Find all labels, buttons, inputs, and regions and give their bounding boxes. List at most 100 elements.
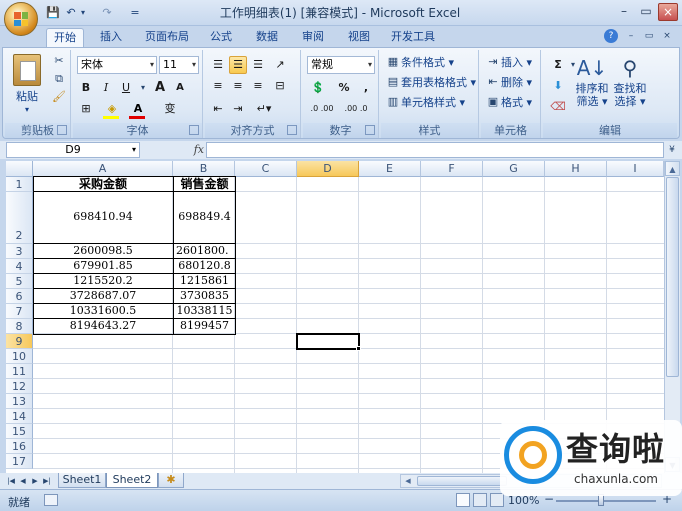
row-header-4[interactable]: 4: [6, 259, 33, 274]
page-break-view-icon[interactable]: [490, 493, 504, 507]
prev-sheet-icon[interactable]: ◀: [18, 474, 28, 488]
copy-icon[interactable]: ⧉: [51, 72, 67, 88]
font-name-combo[interactable]: 宋体 ▾: [77, 56, 157, 74]
tab-data[interactable]: 数据: [248, 28, 286, 47]
tab-home[interactable]: 开始: [46, 28, 84, 47]
decrease-decimal-button[interactable]: .00 .0: [341, 100, 371, 118]
cell-a7[interactable]: 10331600.5: [34, 304, 172, 318]
cell-a6[interactable]: 3728687.07: [34, 289, 172, 303]
row-header-6[interactable]: 6: [6, 289, 33, 304]
format-painter-icon[interactable]: 🖌: [51, 90, 67, 106]
cell-a8[interactable]: 8194643.27: [34, 319, 172, 333]
hscroll-thumb[interactable]: [417, 476, 507, 486]
cell-b4[interactable]: 680120.8: [174, 259, 235, 273]
align-center-icon[interactable]: ≡: [229, 77, 247, 95]
font-size-combo[interactable]: 11 ▾: [159, 56, 199, 74]
name-box[interactable]: D9 ▾: [6, 142, 140, 158]
ribbon-minimize-icon[interactable]: –: [624, 29, 638, 43]
cell-b6[interactable]: 3730835: [174, 289, 235, 303]
wrap-text-icon[interactable]: ↵▾: [251, 100, 277, 118]
undo-icon[interactable]: ↶: [64, 5, 78, 21]
number-format-combo[interactable]: 常规 ▾: [307, 56, 375, 74]
row-header-7[interactable]: 7: [6, 304, 33, 319]
tab-formulas[interactable]: 公式: [202, 28, 240, 47]
tab-view[interactable]: 视图: [340, 28, 378, 47]
cut-icon[interactable]: ✂: [51, 54, 67, 70]
zoom-slider-track[interactable]: [556, 500, 656, 502]
cell-a5[interactable]: 1215520.2: [34, 274, 172, 288]
align-bottom-icon[interactable]: ☰: [249, 56, 267, 74]
increase-indent-icon[interactable]: ⇥: [229, 100, 247, 118]
cell-b2[interactable]: 698849.4: [174, 192, 235, 243]
row-header-11[interactable]: 11: [6, 364, 33, 379]
row-header-12[interactable]: 12: [6, 379, 33, 394]
page-layout-view-icon[interactable]: [473, 493, 487, 507]
row-header-1[interactable]: 1: [6, 177, 33, 192]
paste-button[interactable]: 粘贴 ▾: [9, 52, 45, 114]
expand-formula-bar-icon[interactable]: ¥: [666, 142, 678, 158]
row-header-9[interactable]: 9: [6, 334, 33, 349]
cell-b7[interactable]: 10338115: [174, 304, 235, 318]
align-left-icon[interactable]: ≡: [209, 77, 227, 95]
column-header-e[interactable]: E: [359, 161, 421, 177]
decrease-indent-icon[interactable]: ⇤: [209, 100, 227, 118]
redo-icon[interactable]: ↷: [92, 5, 122, 21]
column-header-a[interactable]: A: [33, 161, 173, 177]
cell-a1[interactable]: 采购金额: [34, 177, 172, 191]
phonetic-button[interactable]: 变: [159, 100, 181, 118]
number-launcher-icon[interactable]: [365, 125, 375, 135]
cell-styles-button[interactable]: ▥ 单元格样式 ▾: [385, 94, 465, 112]
column-header-f[interactable]: F: [421, 161, 483, 177]
comma-button[interactable]: ,: [357, 79, 375, 97]
cell-a3[interactable]: 2600098.5: [34, 244, 172, 258]
insert-sheet-icon[interactable]: ✱: [158, 473, 184, 488]
tab-insert[interactable]: 插入: [92, 28, 130, 47]
office-button[interactable]: [4, 2, 38, 36]
row-header-10[interactable]: 10: [6, 349, 33, 364]
align-right-icon[interactable]: ≡: [249, 77, 267, 95]
minimize-button[interactable]: –: [614, 3, 634, 21]
format-cells-button[interactable]: ▣ 格式 ▾: [485, 94, 532, 112]
column-header-i[interactable]: I: [607, 161, 664, 177]
clipboard-launcher-icon[interactable]: [57, 125, 67, 135]
ribbon-close-icon[interactable]: ×: [660, 29, 674, 43]
row-header-13[interactable]: 13: [6, 394, 33, 409]
scroll-thumb[interactable]: [666, 177, 679, 377]
column-header-b[interactable]: B: [173, 161, 235, 177]
first-sheet-icon[interactable]: |◀: [6, 474, 16, 488]
cell-a4[interactable]: 679901.85: [34, 259, 172, 273]
fill-icon[interactable]: ⬇: [549, 77, 567, 95]
alignment-launcher-icon[interactable]: [287, 125, 297, 135]
save-icon[interactable]: 💾: [46, 5, 60, 21]
tab-review[interactable]: 审阅: [294, 28, 332, 47]
next-sheet-icon[interactable]: ▶: [30, 474, 40, 488]
row-header-5[interactable]: 5: [6, 274, 33, 289]
grow-font-button[interactable]: A: [151, 79, 169, 97]
percent-button[interactable]: %: [335, 79, 353, 97]
cell-b8[interactable]: 8199457: [174, 319, 235, 333]
last-sheet-icon[interactable]: ▶|: [42, 474, 52, 488]
scroll-up-icon[interactable]: ▲: [665, 161, 680, 176]
tab-page-layout[interactable]: 页面布局: [140, 28, 194, 47]
borders-icon[interactable]: ⊞: [77, 100, 95, 118]
ribbon-restore-icon[interactable]: ▭: [642, 29, 656, 43]
row-header-8[interactable]: 8: [6, 319, 33, 334]
row-header-15[interactable]: 15: [6, 424, 33, 439]
increase-decimal-button[interactable]: .0 .00: [307, 100, 337, 118]
fill-handle[interactable]: [356, 346, 361, 351]
merge-center-icon[interactable]: ⊟: [271, 77, 289, 95]
macro-record-icon[interactable]: [44, 494, 58, 506]
clear-icon[interactable]: ⌫: [549, 98, 567, 116]
conditional-format-button[interactable]: ▦ 条件格式 ▾: [385, 54, 454, 72]
underline-button[interactable]: U: [117, 79, 135, 97]
column-header-h[interactable]: H: [545, 161, 607, 177]
column-header-d[interactable]: D: [297, 161, 359, 177]
format-as-table-button[interactable]: ▤ 套用表格格式 ▾: [385, 74, 476, 92]
formula-input[interactable]: [206, 142, 664, 158]
italic-button[interactable]: I: [97, 79, 115, 97]
sheet-tab-sheet1[interactable]: Sheet1: [58, 473, 106, 488]
normal-view-icon[interactable]: [456, 493, 470, 507]
scroll-left-icon[interactable]: ◀: [403, 475, 413, 487]
insert-function-icon[interactable]: fx: [150, 142, 204, 158]
undo-dropdown-icon[interactable]: ▾: [78, 5, 88, 21]
